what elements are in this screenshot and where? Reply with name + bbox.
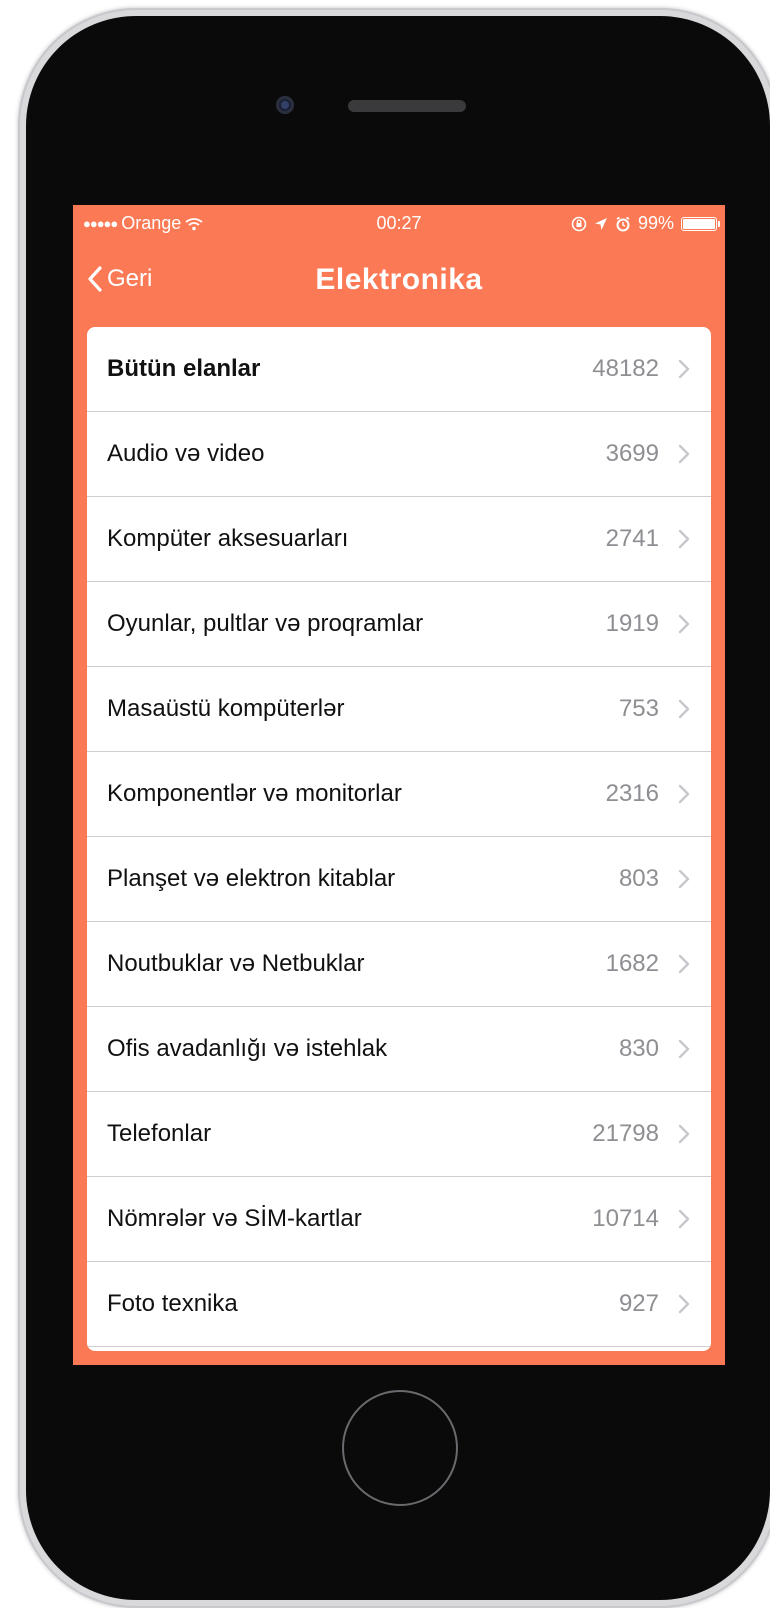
category-label: Foto texnika — [107, 1290, 238, 1317]
category-count: 830 — [618, 1035, 659, 1062]
chevron-right-icon — [678, 444, 690, 464]
chevron-right-icon — [678, 784, 690, 804]
category-count: 1919 — [605, 610, 659, 637]
category-row[interactable]: Ofis avadanlığı və istehlak 830 — [87, 1007, 711, 1092]
category-list: Bütün elanlar 48182 Audio və video 3699 Komp… — [87, 327, 711, 1351]
category-label: Kompüter aksesuarları — [107, 525, 349, 552]
category-row[interactable]: Komponentlər və monitorlar 2316 — [87, 752, 711, 837]
category-row[interactable]: Oyunlar, pultlar və proqramlar 1919 — [87, 582, 711, 667]
chevron-right-icon — [678, 359, 690, 379]
category-label: Noutbuklar və Netbuklar — [107, 950, 365, 977]
location-arrow-icon — [594, 217, 607, 230]
category-row[interactable]: Noutbuklar və Netbuklar 1682 — [87, 922, 711, 1007]
app-screen: ●●●●● Orange 00:27 99% Geri Elektronika … — [73, 205, 725, 1365]
category-count: 21798 — [592, 1120, 659, 1147]
earpiece-speaker — [348, 100, 466, 112]
battery-level-fill — [683, 218, 715, 229]
chevron-right-icon — [678, 529, 690, 549]
chevron-right-icon — [678, 614, 690, 634]
status-bar: ●●●●● Orange 00:27 99% — [73, 205, 725, 245]
category-count: 10714 — [592, 1205, 659, 1232]
category-row[interactable]: Kompüter aksesuarları 2741 — [87, 497, 711, 582]
alarm-clock-icon — [616, 216, 630, 231]
category-label: Audio və video — [107, 440, 265, 467]
category-count: 2316 — [605, 780, 659, 807]
category-row[interactable]: Telefonlar 21798 — [87, 1092, 711, 1177]
category-label: Komponentlər və monitorlar — [107, 780, 402, 807]
category-label: Nömrələr və SİM-kartlar — [107, 1205, 362, 1232]
chevron-right-icon — [678, 954, 690, 974]
rotation-lock-icon — [571, 216, 587, 231]
category-row[interactable]: Masaüstü kompüterlər 753 — [87, 667, 711, 752]
page-title: Elektronika — [315, 263, 483, 296]
chevron-right-icon — [678, 1039, 690, 1059]
category-count: 2741 — [605, 525, 659, 552]
category-label: Oyunlar, pultlar və proqramlar — [107, 610, 424, 637]
chevron-right-icon — [678, 1294, 690, 1314]
front-camera — [276, 96, 294, 114]
category-label: Telefonlar — [107, 1120, 212, 1147]
category-row[interactable]: Nömrələr və SİM-kartlar 10714 — [87, 1177, 711, 1262]
chevron-right-icon — [678, 869, 690, 889]
chevron-right-icon — [678, 699, 690, 719]
category-row[interactable]: Foto texnika 927 — [87, 1262, 711, 1347]
battery-icon — [681, 216, 720, 231]
category-label: Bütün elanlar — [107, 355, 261, 382]
navigation-bar: Geri Elektronika — [73, 245, 725, 321]
category-label: Ofis avadanlığı və istehlak — [107, 1035, 388, 1062]
category-count: 48182 — [592, 355, 659, 382]
category-count: 3699 — [605, 440, 659, 467]
category-count: 1682 — [605, 950, 659, 977]
chevron-right-icon — [678, 1124, 690, 1144]
status-right: 99% — [571, 213, 720, 234]
category-label: Masaüstü kompüterlər — [107, 695, 345, 722]
category-row[interactable]: Planşet və elektron kitablar 803 — [87, 837, 711, 922]
category-count: 803 — [618, 865, 659, 892]
battery-percent: 99% — [637, 213, 674, 233]
category-count: 927 — [618, 1290, 659, 1317]
category-row[interactable]: Bütün elanlar 48182 — [87, 327, 711, 412]
chevron-right-icon — [678, 1209, 690, 1229]
category-label: Planşet və elektron kitablar — [107, 865, 396, 892]
category-row[interactable]: Audio və video 3699 — [87, 412, 711, 497]
category-count: 753 — [618, 695, 659, 722]
home-button[interactable] — [342, 1390, 458, 1506]
